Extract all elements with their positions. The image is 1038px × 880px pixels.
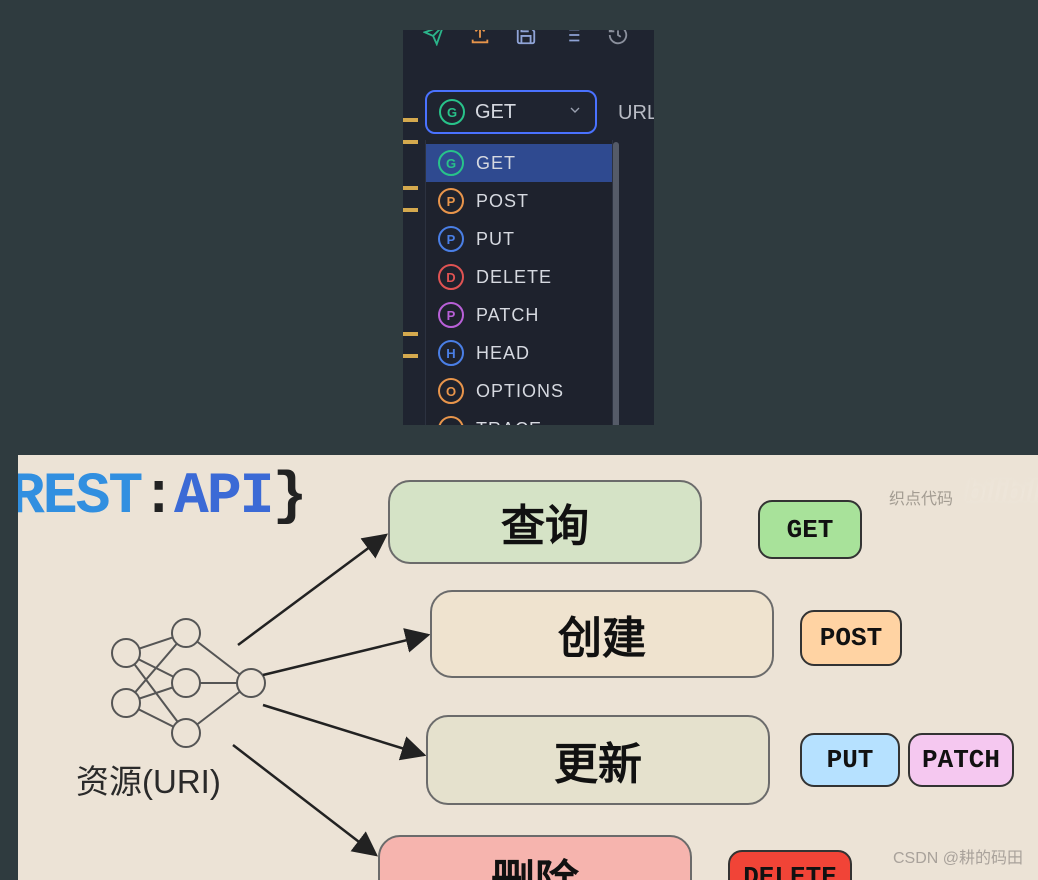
send-icon[interactable] [423,30,445,51]
operation-box: 删除 [378,835,692,880]
method-select[interactable]: G GET [425,90,597,134]
method-badge-icon: P [438,302,464,328]
method-badge-icon: G [438,150,464,176]
list-icon[interactable] [561,30,583,51]
method-option-label: TRACE [476,419,542,426]
method-dropdown: G GET P POST P PUT D DELETE P PATCH H HEAD O OPTIONS T… [425,140,613,425]
method-option-put[interactable]: P PUT [426,220,612,258]
diagram-title: REST:API} [18,465,305,530]
method-option-trace[interactable]: T TRACE [426,410,612,425]
method-option-label: HEAD [476,343,530,364]
method-option-label: OPTIONS [476,381,564,402]
save-icon[interactable] [515,30,537,51]
http-method-badge: DELETE [728,850,852,880]
method-badge-icon: P [438,188,464,214]
history-icon[interactable] [607,30,629,51]
method-option-label: PUT [476,229,515,250]
http-method-badge: GET [758,500,862,559]
operation-box: 创建 [430,590,774,678]
method-option-patch[interactable]: P PATCH [426,296,612,334]
method-option-label: POST [476,191,529,212]
http-method-badge: PATCH [908,733,1014,787]
method-option-get[interactable]: G GET [426,144,612,182]
operation-box: 查询 [388,480,702,564]
url-label: URL [618,102,654,125]
method-option-label: DELETE [476,267,552,288]
method-badge-icon: G [439,99,465,125]
http-method-badge: POST [800,610,902,666]
method-option-label: PATCH [476,305,539,326]
resource-graph-icon [96,613,276,753]
api-client-panel: G GET URL G GET P POST P PUT D DELETE P PATCH H HEA… [403,30,654,425]
channel-label: 织点代码 [889,485,953,509]
upload-icon[interactable] [469,30,491,51]
method-badge-icon: P [438,226,464,252]
method-badge-icon: O [438,378,464,404]
dropdown-scrollbar[interactable] [613,142,619,425]
method-badge-icon: H [438,340,464,366]
csdn-watermark: CSDN @耕的码田 [893,844,1023,868]
method-option-delete[interactable]: D DELETE [426,258,612,296]
rest-api-diagram: REST:API} 织点代码 bilibili 资源(URI) [18,455,1038,880]
bilibili-logo: bilibili [965,475,1038,509]
method-badge-icon: T [438,416,464,425]
method-option-label: GET [476,153,516,174]
method-option-options[interactable]: O OPTIONS [426,372,612,410]
method-option-post[interactable]: P POST [426,182,612,220]
method-option-head[interactable]: H HEAD [426,334,612,372]
method-badge-icon: D [438,264,464,290]
chevron-down-icon [567,102,583,123]
http-method-badge: PUT [800,733,900,787]
method-select-label: GET [475,101,567,124]
operation-box: 更新 [426,715,770,805]
toolbar [423,30,629,51]
resource-label: 资源(URI) [76,755,221,803]
